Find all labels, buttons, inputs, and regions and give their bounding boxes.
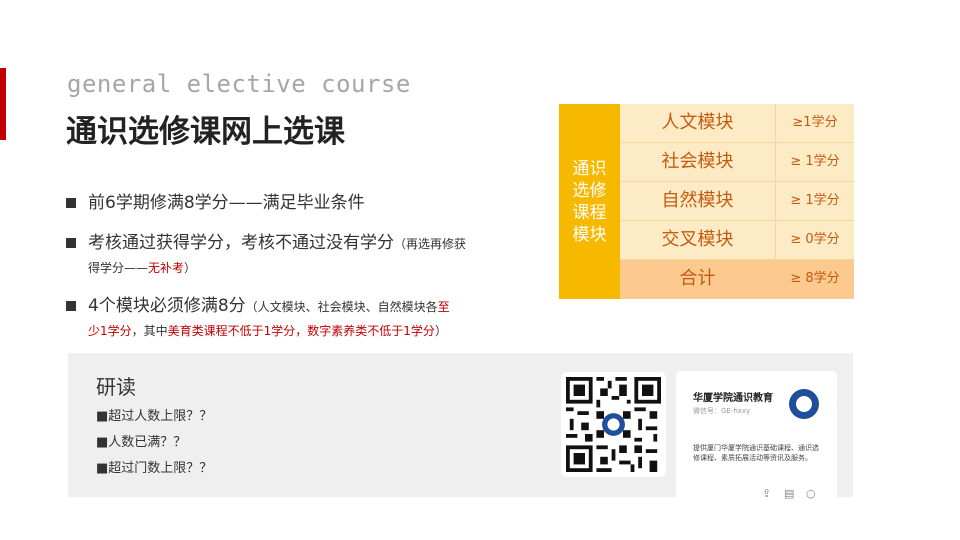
bullet-note-highlight: 无补考: [148, 261, 185, 275]
bullet-note: （再选再修获: [394, 237, 467, 251]
module-name: 自然模块: [620, 182, 776, 220]
question-item: ■人数已满？？: [96, 435, 187, 450]
module-name: 社会模块: [620, 143, 776, 181]
bullet-note-highlight: 少1学分: [88, 324, 132, 338]
share-icon[interactable]: ⇪: [762, 487, 771, 500]
module-table: 通识选修课程模块 人文模块 ≥1学分 社会模块 ≥ 1学分 自然模块 ≥ 1学分…: [559, 104, 854, 299]
bullet-note-highlight: 至: [437, 300, 450, 314]
bullet-square-icon: [66, 301, 76, 311]
account-description: 提供厦门华厦学院通识基础课程、通识选修课程、素质拓展活动等资讯及服务。: [693, 444, 819, 462]
college-logo: [789, 389, 819, 419]
comment-icon[interactable]: ○: [806, 487, 816, 500]
question-item: ■超过人数上限？？: [96, 409, 213, 424]
qr-code-icon: [561, 372, 666, 477]
module-row: 自然模块 ≥ 1学分: [620, 182, 854, 221]
page-title: 通识选修课网上选课: [66, 114, 345, 150]
module-row-total: 合计 ≥ 8学分: [620, 260, 854, 299]
account-name: 华厦学院通识教育: [693, 393, 773, 404]
subtitle-english: general elective course: [67, 70, 411, 98]
bullet-note: ）: [434, 324, 447, 338]
bullet-item: 考核通过获得学分，考核不通过没有学分（再选再修获 得学分——无补考）: [66, 230, 506, 279]
question-item: ■超过门数上限？？: [96, 461, 213, 476]
bullet-note-continued: 得学分——无补考）: [88, 257, 506, 279]
bullet-text: 4个模块必须修满8分: [88, 296, 246, 316]
module-name: 人文模块: [620, 104, 776, 142]
wechat-account-card[interactable]: 华厦学院通识教育 微信号：GE-hxxy 提供厦门华厦学院通识基础课程、通识选修…: [676, 371, 837, 516]
bullet-note-continued: 少1学分，其中美育类课程不低于1学分，数字素养类不低于1学分）: [88, 320, 506, 342]
bullet-text: 前6学期修满8学分——满足毕业条件: [88, 193, 365, 213]
module-credit: ≥1学分: [792, 115, 838, 130]
bullet-square-icon: [66, 198, 76, 208]
module-total-label: 合计: [679, 268, 716, 289]
bullet-item: 4个模块必须修满8分（人文模块、社会模块、自然模块各至 少1学分，其中美育类课程…: [66, 293, 506, 342]
module-name: 交叉模块: [620, 221, 776, 259]
bullet-note: ）: [184, 261, 197, 275]
module-row: 人文模块 ≥1学分: [620, 104, 854, 143]
module-total-credit: ≥ 8学分: [790, 271, 840, 286]
bullet-square-icon: [66, 238, 76, 248]
module-table-side-label: 通识选修课程模块: [559, 104, 620, 299]
document-icon[interactable]: ▤: [784, 487, 794, 500]
bullet-list: 前6学期修满8学分——满足毕业条件 考核通过获得学分，考核不通过没有学分（再选再…: [66, 190, 506, 356]
module-row: 交叉模块 ≥ 0学分: [620, 221, 854, 260]
bullet-note-highlight: 美育类课程不低于1学分，数字素养类不低于1学分: [167, 324, 435, 338]
module-row: 社会模块 ≥ 1学分: [620, 143, 854, 182]
module-credit: ≥ 1学分: [790, 193, 840, 208]
module-credit: ≥ 0学分: [790, 232, 840, 247]
bullet-text: 考核通过获得学分，考核不通过没有学分: [88, 233, 394, 253]
module-credit: ≥ 1学分: [790, 154, 840, 169]
bullet-note: ，其中: [131, 324, 168, 338]
panel-title: 研读: [96, 375, 136, 399]
account-id: 微信号：GE-hxxy: [693, 407, 751, 415]
bullet-item: 前6学期修满8学分——满足毕业条件: [66, 190, 506, 216]
accent-bar: [0, 68, 6, 140]
card-actions: ⇪ ▤ ○: [762, 487, 822, 501]
bullet-note: （人文模块、社会模块、自然模块各: [245, 300, 438, 314]
bullet-note: 得学分——: [88, 261, 149, 275]
